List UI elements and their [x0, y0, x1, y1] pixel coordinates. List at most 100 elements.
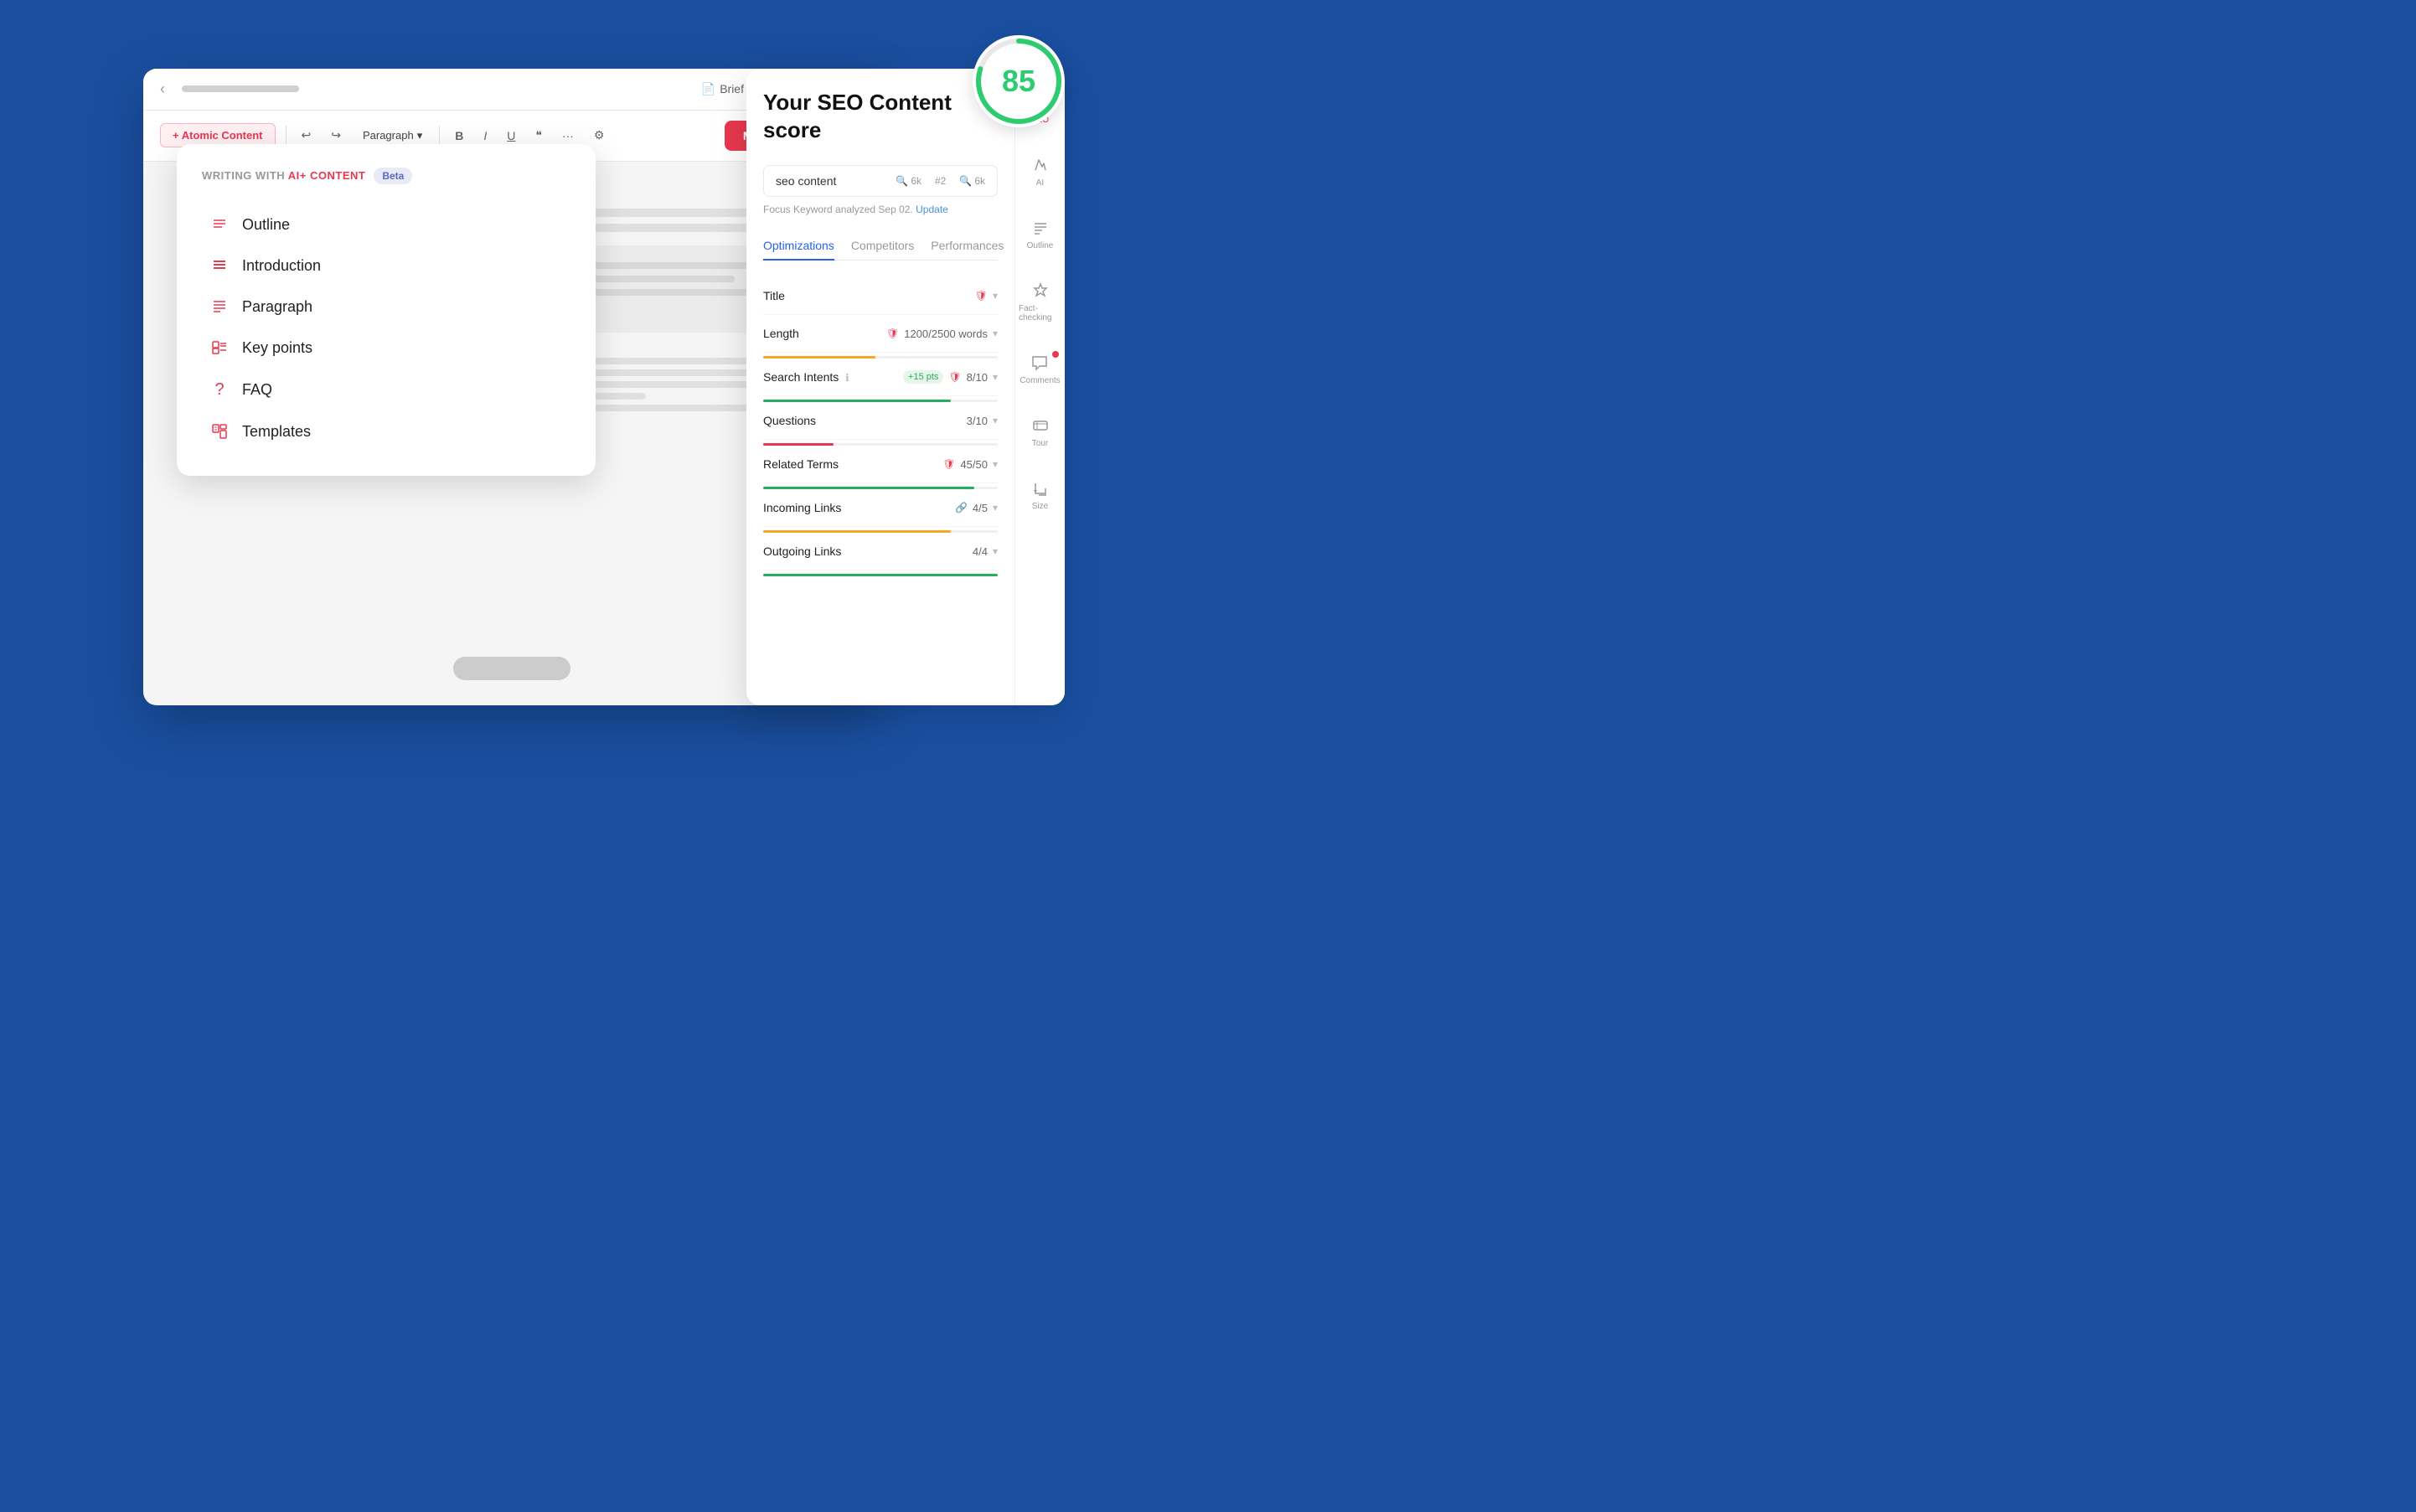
paragraph-label: Paragraph [242, 298, 312, 316]
paragraph-icon [210, 299, 229, 314]
quote-button[interactable]: ❝ [530, 125, 547, 146]
tab-competitors[interactable]: Competitors [851, 232, 914, 261]
tab-performances[interactable]: Performances [931, 232, 1004, 261]
comments-icon-label: Comments [1020, 376, 1060, 385]
length-label: Length [763, 327, 799, 340]
info-icon-search-intents: ℹ [845, 372, 849, 384]
chevron-related-terms: ▾ [993, 458, 998, 470]
questions-value: 3/10 ▾ [967, 415, 998, 427]
breadcrumb [182, 85, 299, 92]
seo-row-title: Title 🛡 ▾ [763, 277, 998, 315]
shield-icon-search-intents: 🛡 [948, 371, 961, 383]
beta-badge: Beta [374, 168, 412, 184]
seo-row-incoming-links-container: Incoming Links 🔗 4/5 ▾ [763, 489, 998, 533]
ai-content-popup: WRITING WITH AI+ CONTENT Beta Outline [177, 144, 596, 476]
redo-button[interactable]: ↪ [326, 125, 346, 146]
outgoing-links-bar-container [763, 574, 998, 576]
more-button[interactable]: ··· [557, 126, 579, 146]
seo-row-questions-container: Questions 3/10 ▾ [763, 402, 998, 446]
italic-button[interactable]: I [478, 126, 492, 146]
tour-icon-label: Tour [1032, 439, 1048, 448]
seo-icon-tour[interactable]: Tour [1027, 409, 1054, 455]
chevron-search-intents: ▾ [993, 371, 998, 383]
templates-label: Templates [242, 423, 311, 441]
seo-icon-outline[interactable]: Outline [1024, 211, 1057, 257]
outline-icon [210, 217, 229, 232]
ai-menu-paragraph[interactable]: Paragraph [202, 286, 570, 328]
scene: 85 ‹ 📄 Brief ✏️ Editor + Atomic Content … [143, 35, 1065, 722]
seo-panel-title: Your SEO Content score [763, 89, 998, 146]
paragraph-style-select[interactable]: Paragraph ▾ [356, 126, 429, 146]
comments-icon [1030, 353, 1050, 373]
comments-notification-dot [1052, 351, 1059, 358]
keyword-text: seo content [776, 174, 836, 188]
seo-right-icons: SEO AI Ou [1014, 69, 1065, 705]
seo-icon-comments[interactable]: Comments [1016, 346, 1063, 392]
search-intents-label: Search Intents ℹ [763, 370, 849, 384]
questions-label: Questions [763, 414, 816, 427]
chevron-outgoing-links: ▾ [993, 545, 998, 557]
chevron-title: ▾ [993, 290, 998, 302]
outgoing-links-value: 4/4 ▾ [973, 545, 998, 558]
undo-button[interactable]: ↩ [297, 125, 317, 146]
templates-icon [210, 424, 229, 439]
update-keyword-link[interactable]: Update [916, 204, 948, 215]
outgoing-links-label: Outgoing Links [763, 544, 841, 558]
ai-icon [1030, 155, 1051, 175]
toolbar-divider-1 [286, 126, 287, 146]
seo-row-related-terms-container: Related Terms 🛡 45/50 ▾ [763, 446, 998, 489]
outgoing-links-bar [763, 574, 998, 576]
seo-panel: Your SEO Content score seo content 🔍 6k … [746, 69, 1065, 705]
length-value: 🛡 1200/2500 words ▾ [886, 328, 998, 340]
keyword-traffic: 🔍 6k [959, 175, 985, 187]
tab-optimizations[interactable]: Optimizations [763, 232, 834, 261]
fact-checking-icon [1030, 281, 1051, 301]
bold-button[interactable]: B [450, 126, 468, 146]
keyword-volume: 🔍 6k [896, 175, 921, 187]
chevron-length: ▾ [993, 328, 998, 339]
faq-icon: ? [210, 380, 229, 400]
ai-menu-outline[interactable]: Outline [202, 204, 570, 245]
seo-icon-fact-checking[interactable]: Fact-checking [1015, 274, 1065, 329]
ai-menu-introduction[interactable]: Introduction [202, 245, 570, 286]
focus-keyword-note: Focus Keyword analyzed Sep 02. Update [763, 204, 998, 215]
ai-menu-faq[interactable]: ? FAQ [202, 369, 570, 411]
outline-icon-label: Outline [1027, 241, 1054, 250]
score-value: 85 [1002, 64, 1035, 99]
size-icon [1030, 478, 1051, 498]
ai-popup-title: WRITING WITH AI+ CONTENT [202, 169, 365, 182]
tab-brief[interactable]: 📄 Brief [701, 82, 744, 96]
back-button[interactable]: ‹ [160, 80, 165, 98]
seo-content: Your SEO Content score seo content 🔍 6k … [746, 69, 1014, 705]
seo-icon-size[interactable]: Size [1027, 472, 1054, 518]
seo-row-length-container: Length 🛡 1200/2500 words ▾ [763, 315, 998, 359]
seo-row-search-intents: Search Intents ℹ +15 pts 🛡 8/10 ▾ [763, 359, 998, 396]
pts-badge: +15 pts [903, 370, 943, 384]
faq-label: FAQ [242, 381, 272, 399]
key-points-label: Key points [242, 339, 312, 357]
keyword-row[interactable]: seo content 🔍 6k #2 🔍 6k [763, 165, 998, 197]
search-intents-value: +15 pts 🛡 8/10 ▾ [903, 370, 998, 384]
size-icon-label: Size [1032, 502, 1048, 511]
seo-row-outgoing-links-container: Outgoing Links 4/4 ▾ [763, 533, 998, 576]
ai-popup-header: WRITING WITH AI+ CONTENT Beta [202, 168, 570, 184]
outline-label: Outline [242, 216, 290, 234]
key-points-icon [210, 340, 229, 355]
seo-row-search-intents-container: Search Intents ℹ +15 pts 🛡 8/10 ▾ [763, 359, 998, 402]
ai-menu-key-points[interactable]: Key points [202, 328, 570, 369]
keyword-stats: 🔍 6k #2 🔍 6k [896, 175, 985, 187]
chevron-incoming-links: ▾ [993, 502, 998, 513]
seo-icon-ai[interactable]: AI [1027, 148, 1054, 194]
ai-icon-label: AI [1036, 178, 1044, 188]
seo-row-length: Length 🛡 1200/2500 words ▾ [763, 315, 998, 353]
chevron-questions: ▾ [993, 415, 998, 426]
underline-button[interactable]: U [502, 126, 520, 146]
tour-icon [1030, 415, 1051, 436]
settings-button[interactable]: ⚙ [589, 125, 610, 146]
related-terms-value: 🛡 45/50 ▾ [942, 458, 998, 471]
ai-menu-templates[interactable]: Templates [202, 411, 570, 452]
shield-icon-title: 🛡 [975, 290, 988, 302]
title-label: Title [763, 289, 785, 302]
introduction-label: Introduction [242, 257, 321, 275]
title-value: 🛡 ▾ [975, 290, 998, 302]
